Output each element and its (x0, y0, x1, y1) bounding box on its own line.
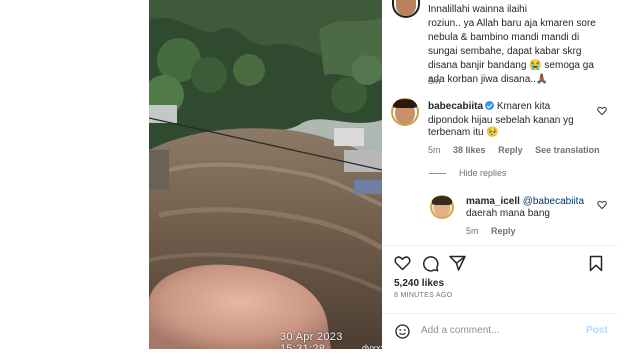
hide-replies-button[interactable]: Hide replies (459, 168, 507, 178)
share-paper-plane-icon[interactable] (449, 255, 466, 271)
see-translation-button[interactable]: See translation (535, 145, 600, 155)
reply-button[interactable]: Reply (498, 145, 523, 155)
comment-time: 5m (428, 145, 441, 155)
section-divider (382, 313, 618, 314)
reply-button[interactable]: Reply (491, 226, 516, 236)
likes-count[interactable]: 5,240 likes (394, 278, 444, 289)
caption-line: sungai sembahe, dapat kabar skrg (428, 46, 582, 57)
comment-username[interactable]: babecabiita (428, 101, 483, 112)
like-heart-icon[interactable] (597, 200, 607, 210)
posted-time: 8 MINUTES AGO (394, 292, 453, 299)
reply-meta: 5m Reply (466, 226, 526, 236)
caption-line: roziun.. ya Allah baru aja kmaren sore (428, 18, 596, 29)
comment-text: babecabiita Kmaren kita (428, 100, 550, 114)
caption-time: 8m (428, 76, 441, 86)
caption-line: disana banjir bandang 😭 semoga ga (428, 60, 594, 71)
replier-avatar[interactable] (430, 195, 454, 219)
video-player[interactable]: 30 Apr 2023 15:31:28 dyxxx (149, 0, 382, 349)
reply-username[interactable]: mama_icell (466, 196, 520, 207)
comment-text-line: terbenam itu 🥺 (428, 127, 499, 138)
reply-text-line: daerah mana bang (466, 208, 550, 219)
scrollbar-track[interactable] (618, 0, 640, 360)
like-heart-icon[interactable] (597, 106, 607, 116)
post-comment-button[interactable]: Post (586, 325, 608, 336)
hide-replies-divider (429, 173, 446, 174)
commenter-avatar[interactable] (391, 98, 419, 126)
avatar[interactable] (392, 0, 420, 18)
comment-likes[interactable]: 38 likes (453, 145, 486, 155)
comment-text-line: Kmaren kita (496, 101, 551, 112)
comment-bubble-icon[interactable] (422, 255, 439, 272)
add-comment-input[interactable]: Add a comment... (421, 325, 499, 336)
reply-mention[interactable]: @babecabiita (523, 196, 584, 207)
flood-video-frame (149, 0, 382, 349)
like-heart-icon[interactable] (394, 255, 411, 271)
save-bookmark-icon[interactable] (589, 255, 603, 272)
caption-line: Innalillahi wainna ilaihi (428, 4, 527, 15)
reply-time: 5m (466, 226, 479, 236)
video-timestamp-sub: dyxxx (362, 343, 382, 349)
comment-meta: 5m 38 likes Reply See translation (428, 145, 610, 155)
emoji-smiley-icon[interactable] (395, 324, 410, 339)
verified-badge-icon (485, 101, 495, 110)
section-divider (382, 245, 618, 246)
caption-line: nebula & bambino mandi mandi di (428, 32, 580, 43)
